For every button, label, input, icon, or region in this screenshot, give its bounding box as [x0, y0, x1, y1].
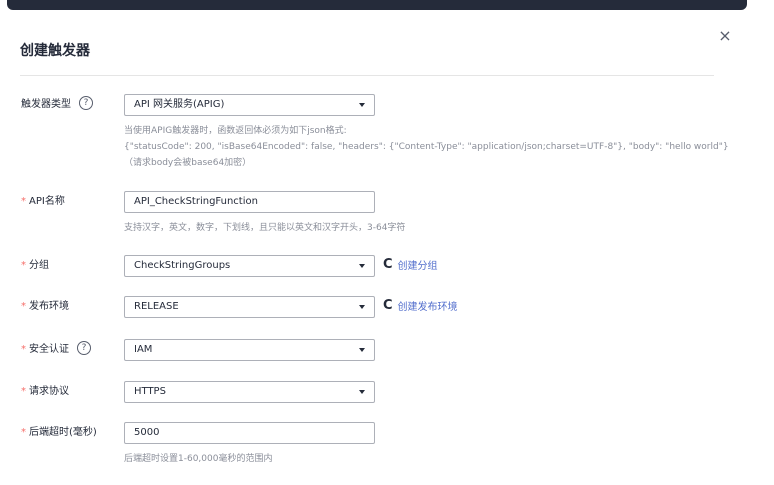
protocol-label-text: 请求协议 [29, 386, 69, 397]
environment-label: * 发布环境 [21, 296, 69, 318]
help-icon[interactable]: ? [79, 96, 93, 110]
group-label: * 分组 [21, 255, 49, 277]
timeout-label: * 后端超时(毫秒) [21, 422, 97, 444]
required-mark: * [21, 196, 26, 207]
required-mark: * [21, 260, 26, 271]
chevron-down-icon [359, 305, 365, 309]
auth-label: * 安全认证? [21, 339, 91, 361]
help-icon[interactable]: ? [77, 341, 91, 355]
api-name-hint: 支持汉字，英文，数字，下划线，且只能以英文和汉字开头，3-64字符 [124, 223, 406, 233]
refresh-icon[interactable]: C [383, 254, 393, 276]
trigger-type-value: API 网关服务(APIG) [134, 99, 225, 110]
create-environment-link[interactable]: 创建发布环境 [398, 302, 458, 313]
chevron-down-icon [359, 264, 365, 268]
trigger-type-label: 触发器类型? [21, 94, 93, 116]
protocol-select[interactable]: HTTPS [124, 381, 375, 403]
trigger-type-label-text: 触发器类型 [21, 99, 71, 110]
auth-value: IAM [134, 344, 153, 355]
trigger-type-hint-3: （请求body会被base64加密） [124, 158, 252, 168]
chevron-down-icon [359, 348, 365, 352]
environment-label-text: 发布环境 [29, 301, 69, 312]
dialog-title: 创建触发器 [20, 43, 90, 59]
api-name-label: * API名称 [21, 191, 65, 213]
protocol-label: * 请求协议 [21, 381, 69, 403]
required-mark: * [21, 301, 26, 312]
trigger-type-hint-2: {"statusCode": 200, "isBase64Encoded": f… [124, 142, 729, 152]
auth-select[interactable]: IAM [124, 339, 375, 361]
required-mark: * [21, 344, 26, 355]
group-actions: C 创建分组 [383, 255, 438, 277]
environment-value: RELEASE [134, 301, 179, 312]
create-group-link[interactable]: 创建分组 [398, 261, 438, 272]
api-name-input[interactable]: API_CheckStringFunction [124, 191, 375, 213]
trigger-type-select[interactable]: API 网关服务(APIG) [124, 94, 375, 116]
trigger-type-hint-1: 当使用APIG触发器时，函数返回体必须为如下json格式: [124, 126, 347, 136]
timeout-label-text: 后端超时(毫秒) [29, 427, 97, 438]
required-mark: * [21, 427, 26, 438]
group-select[interactable]: CheckStringGroups [124, 255, 375, 277]
group-value: CheckStringGroups [134, 260, 231, 271]
api-name-value: API_CheckStringFunction [134, 196, 258, 207]
timeout-value: 5000 [134, 427, 160, 438]
chevron-down-icon [359, 390, 365, 394]
required-mark: * [21, 386, 26, 397]
timeout-input[interactable]: 5000 [124, 422, 375, 444]
title-divider [20, 75, 714, 76]
window-top-bar [7, 0, 747, 10]
close-icon[interactable]: × [716, 27, 734, 45]
refresh-icon[interactable]: C [383, 295, 393, 317]
environment-select[interactable]: RELEASE [124, 296, 375, 318]
api-name-label-text: API名称 [29, 196, 65, 207]
environment-actions: C 创建发布环境 [383, 296, 458, 318]
timeout-hint: 后端超时设置1-60,000毫秒的范围内 [124, 454, 273, 464]
chevron-down-icon [359, 103, 365, 107]
protocol-value: HTTPS [134, 386, 166, 397]
group-label-text: 分组 [29, 260, 49, 271]
auth-label-text: 安全认证 [29, 344, 69, 355]
